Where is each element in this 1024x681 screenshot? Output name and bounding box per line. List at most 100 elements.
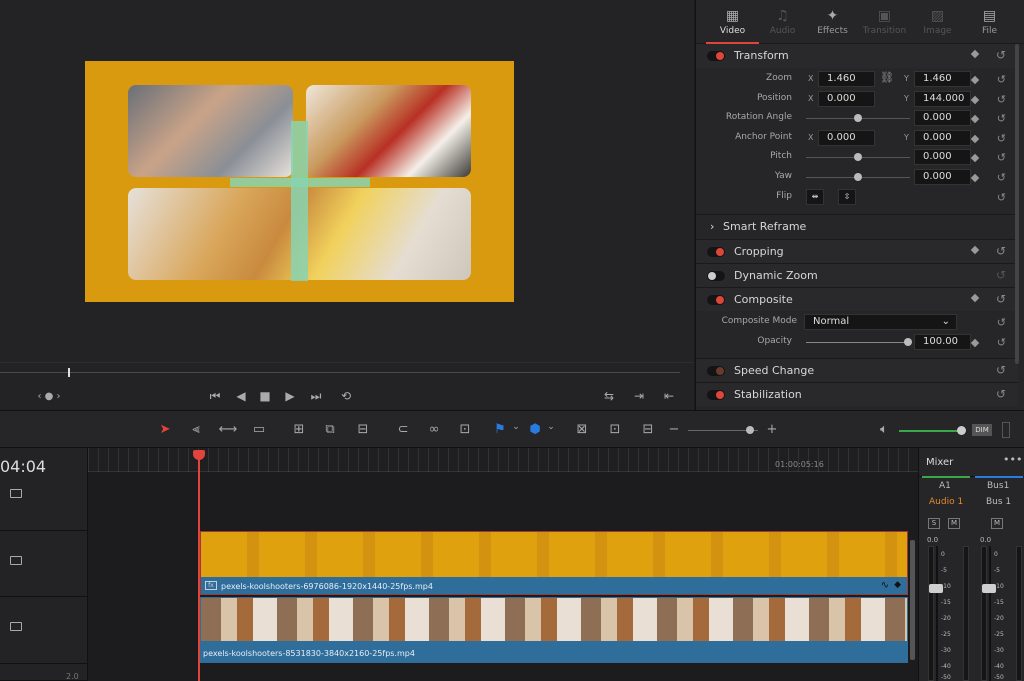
keyframe-icon[interactable]: [970, 134, 980, 144]
solo-button[interactable]: S: [928, 518, 940, 529]
keyframe-icon[interactable]: ◆: [894, 580, 901, 590]
next-edit-icon[interactable]: ⇥: [630, 388, 648, 404]
dynamic-trim-icon[interactable]: ⟷: [218, 422, 238, 437]
go-to-start-icon[interactable]: ⏮: [206, 388, 224, 404]
curve-icon[interactable]: ∿: [881, 580, 889, 591]
video-clip-bottom[interactable]: pexels-koolshooters-8531830-3840x2160-25…: [200, 597, 908, 663]
volume-icon[interactable]: 🔈︎: [874, 422, 894, 437]
inspector-scrollbar[interactable]: [1015, 44, 1019, 364]
stabilization-header[interactable]: Stabilization ↺: [696, 382, 1018, 406]
trim-tool-icon[interactable]: ⫷: [186, 422, 206, 437]
play-icon[interactable]: ▶: [283, 388, 297, 404]
reset-icon[interactable]: ↺: [997, 191, 1006, 204]
mute-button[interactable]: M: [991, 518, 1003, 529]
track-header-v1[interactable]: [0, 597, 88, 664]
position-x-field[interactable]: 0.000: [818, 91, 875, 107]
zoom-x-field[interactable]: 1.460: [818, 71, 875, 87]
match-frame-icon[interactable]: ⇆: [600, 388, 618, 404]
slider-knob[interactable]: [904, 338, 912, 346]
track-assignment[interactable]: Bus 1: [986, 497, 1011, 507]
zoom-custom-icon[interactable]: ⊟: [638, 422, 658, 437]
jog-control[interactable]: ‹ ● ›: [32, 389, 66, 405]
reset-icon[interactable]: ↺: [997, 73, 1006, 86]
loop-icon[interactable]: ⟲: [337, 388, 355, 404]
reset-icon[interactable]: ↺: [997, 151, 1006, 164]
reset-icon[interactable]: ↺: [997, 336, 1006, 349]
chevron-down-icon[interactable]: ⌄: [541, 422, 561, 432]
reset-icon[interactable]: ↺: [996, 292, 1006, 306]
volume-slider[interactable]: [899, 430, 961, 432]
meter-toggle-icon[interactable]: [1002, 422, 1010, 438]
replace-clip-icon[interactable]: ⊟: [353, 422, 373, 437]
reset-icon[interactable]: ↺: [996, 363, 1006, 377]
yaw-field[interactable]: 0.000: [914, 169, 971, 185]
composite-header[interactable]: Composite ↺: [696, 287, 1018, 311]
reset-icon[interactable]: ↺: [997, 132, 1006, 145]
stop-icon[interactable]: ■: [258, 388, 272, 404]
keyframe-icon[interactable]: [970, 293, 980, 303]
volume-knob[interactable]: [957, 426, 966, 435]
tab-transition[interactable]: ▣ Transition: [858, 0, 911, 44]
keyframe-icon[interactable]: [970, 75, 980, 85]
anchor-x-field[interactable]: 0.000: [818, 130, 875, 146]
reset-icon[interactable]: ↺: [996, 387, 1006, 401]
go-to-end-icon[interactable]: ⏭: [307, 388, 325, 404]
linked-selection-icon[interactable]: ∞: [424, 422, 444, 437]
flip-vertical-icon[interactable]: ⇳: [838, 189, 856, 205]
composite-toggle[interactable]: [707, 295, 725, 305]
link-icon[interactable]: ⛓: [880, 71, 894, 84]
video-clip-top[interactable]: fx pexels-koolshooters-6976086-1920x1440…: [200, 531, 908, 595]
zoom-detail-icon[interactable]: ⊡: [605, 422, 625, 437]
reset-icon[interactable]: ↺: [997, 171, 1006, 184]
reset-icon[interactable]: ↺: [996, 268, 1006, 282]
track-assignment[interactable]: Audio 1: [929, 497, 963, 507]
tab-audio[interactable]: ♫ Audio: [756, 0, 809, 44]
reset-icon[interactable]: ↺: [997, 316, 1006, 329]
tab-video[interactable]: ▦ Video: [706, 0, 759, 44]
stabilization-toggle[interactable]: [707, 390, 725, 400]
pointer-tool-icon[interactable]: ➤: [155, 422, 175, 437]
dynamic-zoom-toggle[interactable]: [707, 271, 725, 281]
zoom-out-icon[interactable]: −: [664, 422, 684, 437]
snapping-icon[interactable]: ⊂: [393, 422, 413, 437]
tab-effects[interactable]: ✦ Effects: [806, 0, 859, 44]
reset-icon[interactable]: ↺: [997, 112, 1006, 125]
cropping-toggle[interactable]: [707, 247, 725, 257]
slider-knob[interactable]: [854, 114, 862, 122]
chevron-down-icon[interactable]: ⌄: [506, 422, 526, 432]
position-y-field[interactable]: 144.000: [914, 91, 971, 107]
blade-tool-icon[interactable]: ▭: [249, 422, 269, 437]
dynamic-zoom-header[interactable]: Dynamic Zoom ↺: [696, 263, 1018, 287]
slider-knob[interactable]: [854, 153, 862, 161]
opacity-field[interactable]: 100.00: [914, 334, 971, 350]
mute-button[interactable]: M: [948, 518, 960, 529]
overwrite-clip-icon[interactable]: ⧉: [320, 422, 340, 437]
scrubber-track[interactable]: [0, 372, 680, 373]
slider-knob[interactable]: [854, 173, 862, 181]
rotation-field[interactable]: 0.000: [914, 110, 971, 126]
monitor-icon[interactable]: [10, 556, 22, 565]
insert-clip-icon[interactable]: ⊞: [289, 422, 309, 437]
play-reverse-icon[interactable]: ◀: [234, 388, 248, 404]
reset-icon[interactable]: ↺: [996, 244, 1006, 258]
keyframe-icon[interactable]: [970, 114, 980, 124]
scrubber-handle[interactable]: [68, 368, 70, 377]
transform-toggle[interactable]: [707, 51, 725, 61]
monitor-icon[interactable]: [10, 622, 22, 631]
dim-button[interactable]: DIM: [972, 424, 992, 436]
reset-icon[interactable]: ↺: [996, 48, 1006, 62]
timeline-scrollbar[interactable]: [910, 540, 915, 660]
zoom-y-field[interactable]: 1.460: [914, 71, 971, 87]
timeline-playhead[interactable]: [198, 452, 200, 681]
speed-change-toggle[interactable]: [707, 366, 725, 376]
keyframe-icon[interactable]: [970, 95, 980, 105]
anchor-y-field[interactable]: 0.000: [914, 130, 971, 146]
keyframe-icon[interactable]: [970, 49, 980, 59]
pitch-field[interactable]: 0.000: [914, 149, 971, 165]
reset-icon[interactable]: ↺: [997, 93, 1006, 106]
zoom-slider-knob[interactable]: [746, 426, 754, 434]
more-options-icon[interactable]: •••: [1003, 453, 1022, 466]
keyframe-icon[interactable]: [970, 153, 980, 163]
keyframe-icon[interactable]: [970, 338, 980, 348]
track-header-v3[interactable]: [0, 484, 88, 531]
